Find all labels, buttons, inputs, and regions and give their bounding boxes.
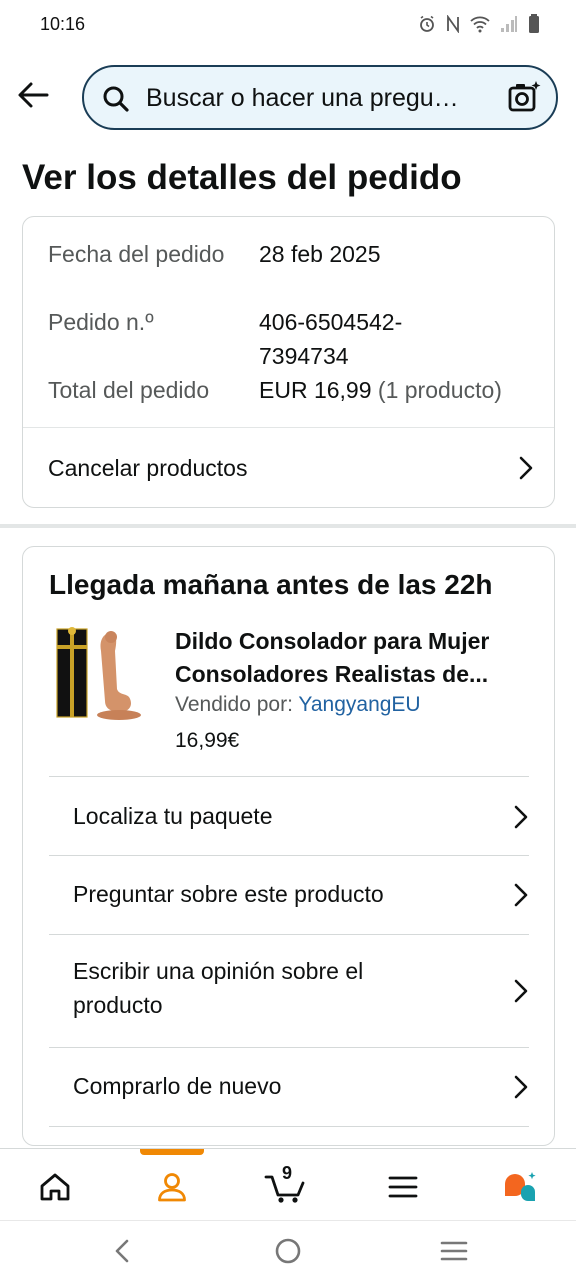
- account-icon: [158, 1173, 186, 1202]
- track-package-label: Localiza tu paquete: [73, 803, 273, 829]
- track-package-link[interactable]: Localiza tu paquete: [49, 776, 529, 856]
- page-title: Ver los detalles del pedido: [22, 158, 462, 197]
- nav-rufus[interactable]: [490, 1165, 550, 1209]
- active-tab-indicator: [140, 1149, 204, 1155]
- chevron-right-icon: [514, 805, 528, 829]
- recents-icon: [440, 1241, 468, 1261]
- chevron-right-icon: [519, 456, 533, 480]
- circle-icon: [275, 1238, 301, 1264]
- nav-account[interactable]: [142, 1165, 202, 1209]
- product-title-link[interactable]: Dildo Consolador para Mujer Consoladores…: [175, 625, 535, 691]
- system-nav-bar: [0, 1220, 576, 1280]
- product-image[interactable]: [53, 623, 153, 723]
- order-total-label: Total del pedido: [48, 377, 210, 403]
- order-number-line1: 406-6504542-: [259, 309, 403, 335]
- camera-icon[interactable]: [506, 79, 542, 115]
- wifi-icon: [470, 16, 490, 33]
- menu-icon: [388, 1176, 418, 1198]
- write-review-label-line1: Escribir una opinión sobre el: [73, 958, 364, 984]
- ask-product-question-label: Preguntar sobre este producto: [73, 881, 384, 907]
- order-date-label: Fecha del pedido: [48, 241, 225, 267]
- cancel-products-label: Cancelar productos: [48, 455, 248, 481]
- order-total-count: (1 producto): [377, 377, 502, 403]
- ask-product-question-link[interactable]: Preguntar sobre este producto: [49, 855, 529, 935]
- system-back-button[interactable]: [102, 1235, 142, 1267]
- chevron-right-icon: [514, 883, 528, 907]
- order-total-amount: EUR 16,99: [259, 377, 372, 403]
- chevron-left-icon: [115, 1239, 129, 1263]
- chevron-right-icon: [514, 1075, 528, 1099]
- signal-icon: [501, 16, 517, 32]
- nav-menu[interactable]: [373, 1165, 433, 1209]
- order-number-label: Pedido n.º: [48, 309, 154, 335]
- back-button[interactable]: [14, 76, 52, 114]
- product-title-line2: Consoladores Realistas de...: [175, 661, 489, 687]
- order-number-value: 406-6504542- 7394734: [259, 305, 402, 373]
- seller-link[interactable]: YangyangEU: [298, 693, 420, 716]
- status-bar: 10:16: [0, 0, 576, 52]
- search-input[interactable]: Buscar o hacer una pregu…: [82, 65, 558, 130]
- buy-again-label: Comprarlo de nuevo: [73, 1073, 282, 1099]
- bottom-nav: 9: [0, 1148, 576, 1220]
- delivery-title: Llegada mañana antes de las 22h: [49, 569, 493, 600]
- home-icon: [40, 1173, 70, 1201]
- nfc-icon: [447, 15, 459, 33]
- section-divider: [0, 524, 576, 528]
- order-summary-card: Fecha del pedido 28 feb 2025 Pedido n.º …: [22, 216, 555, 508]
- arrow-left-icon: [18, 82, 49, 108]
- chevron-right-icon: [514, 979, 528, 1003]
- alarm-icon: [420, 15, 434, 32]
- buy-again-link[interactable]: Comprarlo de nuevo: [49, 1047, 529, 1127]
- nav-home[interactable]: [25, 1165, 85, 1209]
- status-time: 10:16: [40, 14, 86, 34]
- divider: [49, 1126, 529, 1145]
- status-icons: [418, 14, 540, 34]
- write-review-link[interactable]: Escribir una opinión sobre el producto: [49, 934, 529, 1048]
- cancel-products-link[interactable]: Cancelar productos: [23, 428, 554, 508]
- delivery-card: Llegada mañana antes de las 22h Dildo Co…: [22, 546, 555, 1146]
- battery-icon: [529, 14, 539, 33]
- seller-info: Vendido por: YangyangEU: [175, 693, 421, 717]
- seller-label: Vendido por:: [175, 693, 293, 716]
- product-price: 16,99€: [175, 729, 240, 752]
- write-review-label: Escribir una opinión sobre el producto: [73, 954, 363, 1022]
- cart-count-badge: 9: [282, 1163, 293, 1183]
- header: Buscar o hacer una pregu…: [0, 60, 576, 136]
- search-icon: [103, 86, 129, 112]
- order-date-value: 28 feb 2025: [259, 241, 381, 267]
- system-home-button[interactable]: [268, 1235, 308, 1267]
- system-recents-button[interactable]: [434, 1235, 474, 1267]
- order-total-value: EUR 16,99 (1 producto): [259, 373, 502, 407]
- order-number-line2: 7394734: [259, 343, 349, 369]
- search-placeholder: Buscar o hacer una pregu…: [146, 84, 459, 112]
- product-title-line1: Dildo Consolador para Mujer: [175, 628, 490, 654]
- rufus-assistant-icon: [505, 1172, 536, 1201]
- write-review-label-line2: producto: [73, 992, 163, 1018]
